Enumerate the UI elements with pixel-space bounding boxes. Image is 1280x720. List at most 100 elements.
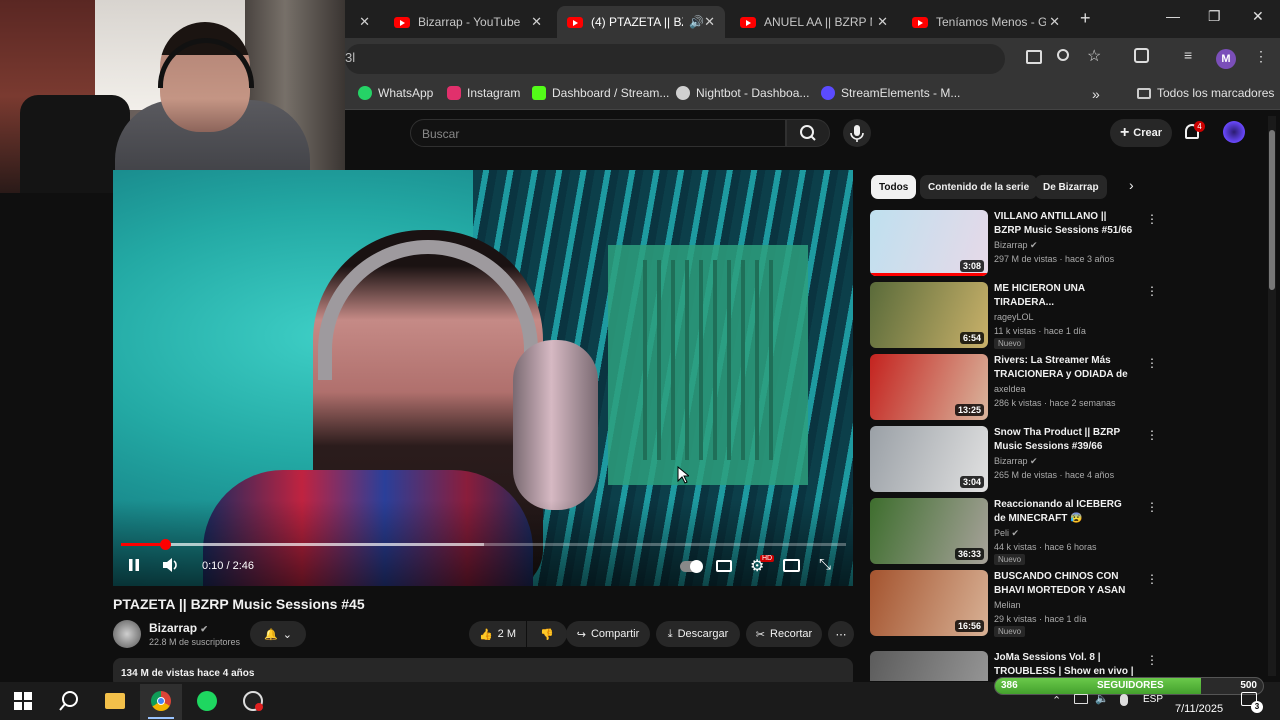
- install-app-icon[interactable]: [1026, 50, 1042, 64]
- recommendation-thumbnail[interactable]: [870, 651, 988, 681]
- tab-bizarrap[interactable]: Bizarrap - YouTube ✕: [384, 6, 552, 38]
- close-icon[interactable]: ✕: [877, 14, 888, 30]
- progress-scrubber-handle[interactable]: [159, 539, 171, 550]
- volume-button[interactable]: [162, 557, 180, 576]
- recommendation-title[interactable]: Snow Tha Product || BZRP Music Sessions …: [994, 426, 1136, 454]
- video-player[interactable]: [113, 170, 853, 586]
- more-vertical-icon[interactable]: ⋮: [1146, 212, 1158, 226]
- recommendation-thumbnail[interactable]: 3:04: [870, 426, 988, 492]
- recommendation-title[interactable]: VILLANO ANTILLANO || BZRP Music Sessions…: [994, 210, 1136, 238]
- like-button[interactable]: 👍 2 M: [469, 621, 526, 647]
- tab-anuel[interactable]: ANUEL AA || BZRP M ✕: [730, 6, 898, 38]
- file-explorer-icon[interactable]: [105, 693, 125, 709]
- recommendation-thumbnail[interactable]: 6:54: [870, 282, 988, 348]
- bookmark-streamelements[interactable]: StreamElements - M...: [821, 86, 960, 100]
- tab-ptazeta[interactable]: (4) PTAZETA || BZRP 🔊 ✕: [557, 6, 725, 38]
- bookmarks-overflow-button[interactable]: »: [1092, 86, 1100, 102]
- more-vertical-icon[interactable]: ⋮: [1146, 284, 1158, 298]
- maximize-button[interactable]: ❐: [1208, 8, 1221, 25]
- browser-menu-icon[interactable]: ⋮: [1254, 48, 1268, 65]
- pause-button[interactable]: [128, 558, 140, 572]
- recommendation-thumbnail[interactable]: 3:08: [870, 210, 988, 276]
- recommendation-title[interactable]: Rivers: La Streamer Más TRAICIONERA y OD…: [994, 354, 1136, 382]
- recommendation-thumbnail[interactable]: 16:56: [870, 570, 988, 636]
- recommendation-channel[interactable]: Bizarrap ✔: [994, 456, 1038, 467]
- chip-series-content[interactable]: Contenido de la serie: [920, 175, 1038, 199]
- dislike-button[interactable]: 👎: [527, 621, 567, 647]
- close-window-button[interactable]: ✕: [1252, 8, 1264, 25]
- more-actions-button[interactable]: ⋯: [828, 621, 854, 647]
- recommendation-title[interactable]: JoMa Sessions Vol. 8 | TROUBLESS | Show …: [994, 651, 1136, 679]
- bookmark-instagram[interactable]: Instagram: [447, 86, 520, 100]
- recommendation-title[interactable]: BUSCANDO CHINOS CON BHAVI MORTEDOR Y ASA…: [994, 570, 1136, 598]
- more-vertical-icon[interactable]: ⋮: [1146, 356, 1158, 370]
- network-icon[interactable]: [1074, 694, 1088, 704]
- close-icon[interactable]: ✕: [359, 14, 370, 30]
- recommendation-channel[interactable]: Bizarrap ✔: [994, 240, 1038, 251]
- minimize-button[interactable]: —: [1166, 8, 1180, 24]
- account-avatar[interactable]: [1223, 121, 1245, 143]
- close-icon[interactable]: ✕: [1049, 14, 1060, 30]
- more-vertical-icon[interactable]: ⋮: [1146, 653, 1158, 667]
- recommendation-channel[interactable]: axeldea: [994, 384, 1026, 394]
- voice-search-button[interactable]: [843, 119, 871, 147]
- chip-from-bizarrap[interactable]: De Bizarrap: [1035, 175, 1107, 199]
- more-vertical-icon[interactable]: ⋮: [1146, 500, 1158, 514]
- subtitles-icon[interactable]: [716, 560, 732, 572]
- chips-next-chevron-icon[interactable]: ›: [1129, 177, 1134, 193]
- recommendation-item[interactable]: 16:56 BUSCANDO CHINOS CON BHAVI MORTEDOR …: [870, 570, 1160, 637]
- recommendation-channel[interactable]: Melian: [994, 600, 1021, 610]
- media-control-icon[interactable]: ≡: [1184, 47, 1192, 63]
- recommendation-title[interactable]: Reaccionando al ICEBERG de MINECRAFT 😰: [994, 498, 1136, 526]
- tab-close-hidden[interactable]: ✕: [345, 6, 380, 38]
- autoplay-toggle[interactable]: [680, 560, 703, 573]
- language-indicator[interactable]: ESP: [1143, 694, 1163, 705]
- bookmark-nightbot[interactable]: Nightbot - Dashboa...: [676, 86, 809, 100]
- miniplayer-icon[interactable]: [783, 559, 800, 572]
- create-button[interactable]: + Crear: [1110, 119, 1172, 147]
- extensions-icon[interactable]: [1134, 48, 1149, 63]
- bookmark-whatsapp[interactable]: WhatsApp: [358, 86, 433, 100]
- search-button[interactable]: [786, 119, 830, 147]
- recommendation-item[interactable]: 13:25 Rivers: La Streamer Más TRAICIONERA…: [870, 354, 1160, 420]
- windows-start-icon[interactable]: [14, 692, 32, 715]
- recommendation-channel[interactable]: rageyLOL: [994, 312, 1034, 322]
- channel-name[interactable]: Bizarrap ✔: [149, 621, 208, 635]
- search-input[interactable]: Buscar: [410, 119, 786, 147]
- chrome-taskbar-active[interactable]: [140, 684, 182, 720]
- close-icon[interactable]: ✕: [531, 14, 542, 30]
- tray-chevron-up-icon[interactable]: ⌃: [1052, 694, 1061, 707]
- bookmark-star-icon[interactable]: ☆: [1087, 46, 1101, 66]
- speaker-icon[interactable]: 🔊: [689, 15, 704, 29]
- zoom-icon[interactable]: [1057, 49, 1069, 61]
- microphone-tray-icon[interactable]: [1120, 694, 1128, 706]
- clip-button[interactable]: ✂ Recortar: [746, 621, 822, 647]
- recommendation-channel[interactable]: Peli ✔: [994, 528, 1019, 539]
- video-progress-bar[interactable]: [121, 539, 846, 550]
- omnibox[interactable]: 3l: [345, 44, 1005, 74]
- profile-avatar[interactable]: M: [1216, 49, 1236, 69]
- recommendation-thumbnail[interactable]: 36:33: [870, 498, 988, 564]
- volume-tray-icon[interactable]: 🔈: [1095, 692, 1109, 705]
- recommendation-thumbnail[interactable]: 13:25: [870, 354, 988, 420]
- share-button[interactable]: ↪ Compartir: [566, 621, 650, 647]
- recommendation-item[interactable]: 3:04 Snow Tha Product || BZRP Music Sessi…: [870, 426, 1160, 492]
- all-bookmarks-button[interactable]: Todos los marcadores: [1137, 86, 1274, 100]
- new-tab-button[interactable]: +: [1080, 8, 1091, 29]
- channel-avatar[interactable]: [113, 620, 141, 648]
- taskbar-search-icon[interactable]: [58, 690, 80, 717]
- taskbar-date[interactable]: 7/11/2025: [1175, 703, 1223, 715]
- recommendation-item[interactable]: 36:33 Reaccionando al ICEBERG de MINECRAF…: [870, 498, 1160, 565]
- obs-icon[interactable]: [243, 691, 263, 711]
- recommendation-title[interactable]: ME HICIERON UNA TIRADERA...: [994, 282, 1136, 310]
- fullscreen-icon[interactable]: ⤡: [819, 556, 831, 573]
- more-vertical-icon[interactable]: ⋮: [1146, 572, 1158, 586]
- subscription-bell-button[interactable]: 🔔 ⌄: [250, 621, 306, 647]
- page-scrollbar[interactable]: [1268, 116, 1276, 676]
- bookmark-kick-dashboard[interactable]: Dashboard / Stream...: [532, 86, 669, 100]
- page-scrollbar-thumb[interactable]: [1269, 130, 1275, 290]
- more-vertical-icon[interactable]: ⋮: [1146, 428, 1158, 442]
- tab-teniamos[interactable]: Teníamos Menos - G ✕: [902, 6, 1070, 38]
- download-button[interactable]: ⤓ Descargar: [656, 621, 740, 647]
- recommendation-item[interactable]: 6:54 ME HICIERON UNA TIRADERA... rageyLOL 1…: [870, 282, 1160, 349]
